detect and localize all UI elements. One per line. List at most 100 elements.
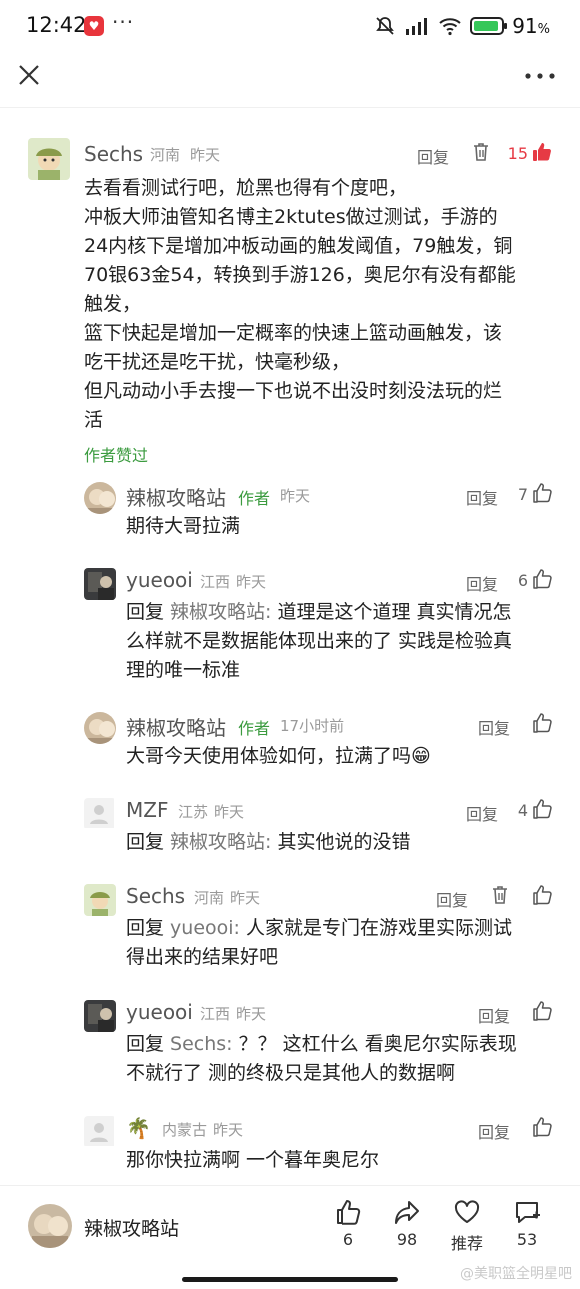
status-icons: 91% [374, 14, 550, 38]
like-icon[interactable] [532, 713, 552, 733]
username[interactable]: 辣椒攻略站 [126, 712, 226, 741]
location: 江西 [200, 573, 231, 591]
share-icon [395, 1201, 419, 1224]
reply-prefix: 回复 [126, 601, 171, 623]
like-icon[interactable] [532, 483, 552, 503]
comment-action[interactable]: 53 [497, 1198, 557, 1249]
avatar[interactable] [84, 798, 116, 830]
timestamp: 17小时前 [280, 717, 345, 735]
timestamp: 昨天 [236, 1005, 267, 1023]
reply-button[interactable]: 回复 [478, 1003, 510, 1027]
reply-prefix: 回复 [126, 917, 171, 939]
reply-target-user[interactable]: yueooi: [170, 917, 246, 939]
signal-icon [406, 18, 428, 35]
reply-button[interactable]: 回复 [466, 485, 498, 509]
close-icon[interactable] [14, 60, 44, 90]
username[interactable]: 辣椒攻略站 [126, 482, 226, 511]
avatar[interactable] [84, 568, 116, 600]
avatar[interactable] [28, 138, 70, 180]
reply-button[interactable]: 回复 [478, 715, 510, 739]
recommend-action[interactable]: 推荐 [437, 1198, 497, 1254]
location: 江苏 [178, 803, 209, 821]
watermark: @美职篮全明星吧 [460, 1266, 572, 1282]
reply-item: 辣椒攻略站 作者 昨天 回复 7 期待大哥拉满 [0, 478, 580, 578]
reply-body: 期待大哥拉满 [126, 515, 241, 537]
author-avatar[interactable] [28, 1204, 72, 1248]
like-total: 6 [342, 1230, 354, 1249]
top-bar [0, 52, 580, 108]
reply-button[interactable]: 回复 [436, 887, 468, 911]
comment-total: 53 [516, 1230, 538, 1249]
avatar[interactable] [84, 884, 116, 916]
username[interactable]: Sechs [126, 884, 185, 908]
battery-icon [470, 17, 508, 35]
recommend-label: 推荐 [450, 1234, 483, 1253]
location: 河南 [194, 889, 225, 907]
reply-prefix: 回复 [126, 1033, 171, 1055]
reply-item: yueooi 江西 昨天 回复 回复 Sechs: ？？ 这杠什么 看奥尼尔实际表现 不就… [0, 996, 580, 1096]
reply-body: 回复 yueooi: 人家就是专门在游戏里实际测试 得出来的结果好吧 [126, 917, 513, 968]
author-badge: 作者 [238, 489, 271, 508]
like-icon[interactable] [532, 1001, 552, 1021]
username[interactable]: yueooi [126, 1000, 193, 1024]
like-count: 15 [507, 144, 528, 163]
username[interactable]: yueooi [126, 568, 193, 592]
timestamp: 昨天 [190, 146, 221, 164]
reply-target-user[interactable]: Sechs: [170, 1033, 239, 1055]
delete-icon[interactable] [471, 141, 491, 163]
like-icon[interactable] [532, 799, 552, 819]
reply-button[interactable]: 回复 [466, 571, 498, 595]
reply-target-user[interactable]: 辣椒攻略站: [170, 601, 277, 623]
comment-body: 去看看测试行吧，尬黑也得有个度吧， 冲板大师油管知名博主2ktutes做过测试，… [84, 177, 516, 431]
timestamp: 昨天 [230, 889, 261, 907]
avatar[interactable] [84, 482, 116, 514]
reply-button[interactable]: 回复 [478, 1119, 510, 1143]
like-icon[interactable] [532, 885, 552, 905]
reply-prefix: 回复 [126, 831, 171, 853]
avatar[interactable] [84, 712, 116, 744]
reply-item: Sechs 河南 昨天 回复 回复 yueooi: 人家就是专门在游戏里实际测试 得出来的… [0, 880, 580, 980]
timestamp: 昨天 [236, 573, 267, 591]
bottom-bar: 辣椒攻略站 6 98 推荐 53 [0, 1185, 580, 1267]
reply-button[interactable]: 回复 [466, 801, 498, 825]
reply-item: yueooi 江西 昨天 回复 6 回复 辣椒攻略站: 道理是这个道理 真实情况怎 么样就不… [0, 564, 580, 681]
avatar[interactable] [84, 1000, 116, 1032]
location: 河南 [150, 146, 181, 164]
username[interactable]: MZF [126, 798, 168, 822]
reply-body: 那你快拉满啊 一个暮年奥尼尔 [126, 1149, 380, 1171]
main-comment: Sechs 河南 昨天 回复 15 去看看测试行吧，尬黑也得有个度吧， 冲板大师… [0, 130, 580, 470]
reply-body: 回复 Sechs: ？？ 这杠什么 看奥尼尔实际表现 不就行了 测的终极只是其他人… [126, 1033, 517, 1084]
like-icon[interactable] [532, 569, 552, 589]
timestamp: 昨天 [280, 487, 311, 505]
reply-button[interactable]: 回复 [417, 144, 449, 168]
author-name[interactable]: 辣椒攻略站 [84, 1214, 179, 1241]
comment-add-icon [516, 1202, 540, 1223]
heart-icon [454, 1200, 480, 1223]
thumbs-up-icon [337, 1200, 361, 1225]
reply-body: 回复 辣椒攻略站: 其实他说的没错 [126, 831, 411, 853]
more-icon[interactable] [522, 66, 558, 86]
home-indicator[interactable] [182, 1277, 398, 1282]
location: 内蒙古 [162, 1121, 208, 1139]
status-time: 12:42 [26, 13, 87, 37]
reply-body: 回复 辣椒攻略站: 道理是这个道理 真实情况怎 么样就不是数据能体现出来的了 实践… [126, 601, 513, 681]
like-count: 4 [517, 801, 528, 820]
username[interactable]: 🌴 [126, 1116, 151, 1140]
like-icon-filled[interactable] [532, 142, 552, 162]
reply-target-user[interactable]: 辣椒攻略站: [170, 831, 277, 853]
reply-body: 大哥今天使用体验如何，拉满了吗😁 [126, 745, 431, 767]
reply-item: 辣椒攻略站 作者 17小时前 回复 大哥今天使用体验如何，拉满了吗😁 [0, 708, 580, 808]
delete-icon[interactable] [490, 884, 510, 906]
like-count: 7 [517, 485, 528, 504]
app-notification-icon: ♥ [84, 16, 104, 36]
like-icon[interactable] [532, 1117, 552, 1137]
timestamp: 昨天 [214, 803, 245, 821]
username[interactable]: Sechs [84, 142, 143, 166]
battery-percent: 91% [512, 14, 550, 38]
share-action[interactable]: 98 [377, 1198, 437, 1249]
wifi-icon [439, 18, 461, 36]
like-action[interactable]: 6 [318, 1198, 378, 1249]
status-bar: 12:42 ♥ ··· 91% [0, 0, 580, 52]
timestamp: 昨天 [213, 1121, 244, 1139]
avatar[interactable] [84, 1116, 116, 1148]
